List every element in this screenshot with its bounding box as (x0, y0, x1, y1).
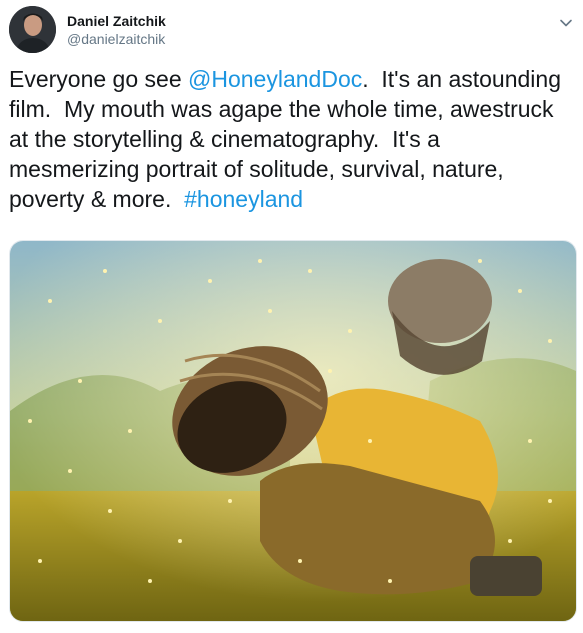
tweet-text: Everyone go see @HoneylandDoc. It's an a… (9, 64, 569, 214)
author-names: Daniel Zaitchik @danielzaitchik (67, 12, 166, 48)
tweet-text-part: Everyone go see (9, 66, 189, 92)
person-avatar-icon (9, 6, 56, 53)
tweet-photo[interactable] (9, 240, 577, 622)
author-handle[interactable]: @danielzaitchik (67, 30, 166, 48)
tweet-header: Daniel Zaitchik @danielzaitchik (9, 6, 583, 56)
author-display-name[interactable]: Daniel Zaitchik (67, 12, 166, 30)
tweet-card: Daniel Zaitchik @danielzaitchik Everyone… (0, 0, 583, 633)
chevron-down-icon[interactable] (559, 16, 573, 30)
mention-link[interactable]: @HoneylandDoc (188, 66, 362, 92)
avatar[interactable] (9, 6, 56, 53)
hashtag-link[interactable]: #honeyland (184, 186, 303, 212)
photo-icon (10, 241, 576, 621)
